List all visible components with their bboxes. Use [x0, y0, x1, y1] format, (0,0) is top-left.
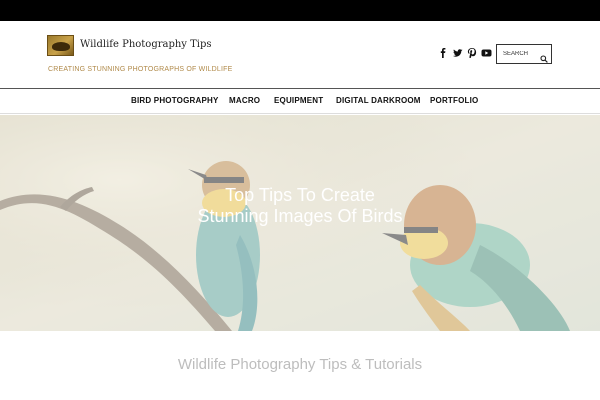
- top-bar: [0, 0, 600, 21]
- nav-item-bird-photography[interactable]: BIRD PHOTOGRAPHY: [131, 96, 219, 105]
- facebook-icon[interactable]: [437, 48, 449, 60]
- youtube-icon[interactable]: [480, 48, 492, 60]
- nav-item-equipment[interactable]: EQUIPMENT: [274, 96, 323, 105]
- site-title[interactable]: Wildlife Photography Tips: [80, 39, 212, 50]
- nav-item-macro[interactable]: MACRO: [229, 96, 260, 105]
- hero-title[interactable]: Top Tips To Create Stunning Images Of Bi…: [190, 185, 410, 227]
- twitter-icon[interactable]: [452, 48, 464, 60]
- hero-banner[interactable]: Top Tips To Create Stunning Images Of Bi…: [0, 115, 600, 331]
- search-box: [496, 44, 552, 64]
- section-title: Wildlife Photography Tips & Tutorials: [177, 356, 423, 373]
- search-input[interactable]: [497, 45, 543, 63]
- bird-logo-icon[interactable]: [47, 35, 74, 56]
- main-navigation: BIRD PHOTOGRAPHY MACRO EQUIPMENT DIGITAL…: [0, 88, 600, 114]
- pinterest-icon[interactable]: [466, 48, 478, 60]
- site-tagline: CREATING STUNNING PHOTOGRAPHS OF WILDLIF…: [48, 66, 233, 73]
- nav-item-portfolio[interactable]: PORTFOLIO: [430, 96, 478, 105]
- nav-item-digital-darkroom[interactable]: DIGITAL DARKROOM: [336, 96, 421, 105]
- search-icon[interactable]: [540, 50, 548, 63]
